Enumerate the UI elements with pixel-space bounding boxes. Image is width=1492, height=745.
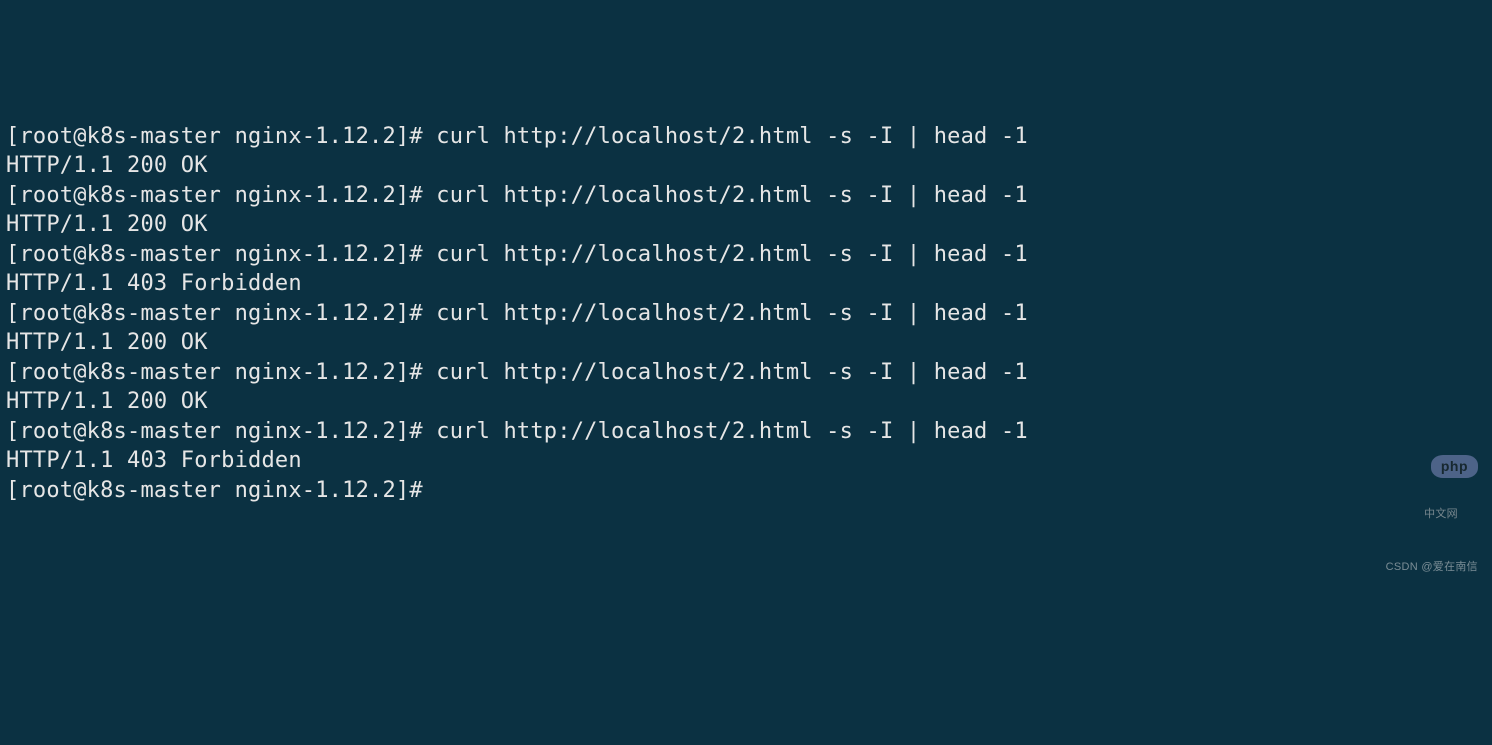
output-line: HTTP/1.1 200 OK	[6, 387, 1486, 416]
output-line: HTTP/1.1 200 OK	[6, 210, 1486, 239]
terminal-output[interactable]: [root@k8s-master nginx-1.12.2]# curl htt…	[6, 122, 1486, 505]
prompt: [root@k8s-master nginx-1.12.2]#	[6, 183, 436, 208]
output-line: HTTP/1.1 403 Forbidden	[6, 446, 1486, 475]
output-line: HTTP/1.1 200 OK	[6, 151, 1486, 180]
command: curl http://localhost/2.html -s -I | hea…	[436, 183, 1028, 208]
command: curl http://localhost/2.html -s -I | hea…	[436, 124, 1028, 149]
command: curl http://localhost/2.html -s -I | hea…	[436, 242, 1028, 267]
output-line: HTTP/1.1 200 OK	[6, 328, 1486, 357]
terminal-line: [root@k8s-master nginx-1.12.2]#	[6, 476, 1486, 505]
terminal-line: [root@k8s-master nginx-1.12.2]# curl htt…	[6, 417, 1486, 446]
prompt: [root@k8s-master nginx-1.12.2]#	[6, 478, 436, 503]
command: curl http://localhost/2.html -s -I | hea…	[436, 360, 1028, 385]
prompt: [root@k8s-master nginx-1.12.2]#	[6, 419, 436, 444]
prompt: [root@k8s-master nginx-1.12.2]#	[6, 242, 436, 267]
terminal-line: [root@k8s-master nginx-1.12.2]# curl htt…	[6, 240, 1486, 269]
command: curl http://localhost/2.html -s -I | hea…	[436, 301, 1028, 326]
terminal-line: [root@k8s-master nginx-1.12.2]# curl htt…	[6, 122, 1486, 151]
php-cn-text: 中文网	[1404, 507, 1478, 522]
prompt: [root@k8s-master nginx-1.12.2]#	[6, 124, 436, 149]
prompt: [root@k8s-master nginx-1.12.2]#	[6, 301, 436, 326]
terminal-line: [root@k8s-master nginx-1.12.2]# curl htt…	[6, 299, 1486, 328]
terminal-line: [root@k8s-master nginx-1.12.2]# curl htt…	[6, 358, 1486, 387]
csdn-watermark: CSDN @爱在南信	[1386, 560, 1478, 575]
output-line: HTTP/1.1 403 Forbidden	[6, 269, 1486, 298]
command: curl http://localhost/2.html -s -I | hea…	[436, 419, 1028, 444]
terminal-line: [root@k8s-master nginx-1.12.2]# curl htt…	[6, 181, 1486, 210]
prompt: [root@k8s-master nginx-1.12.2]#	[6, 360, 436, 385]
